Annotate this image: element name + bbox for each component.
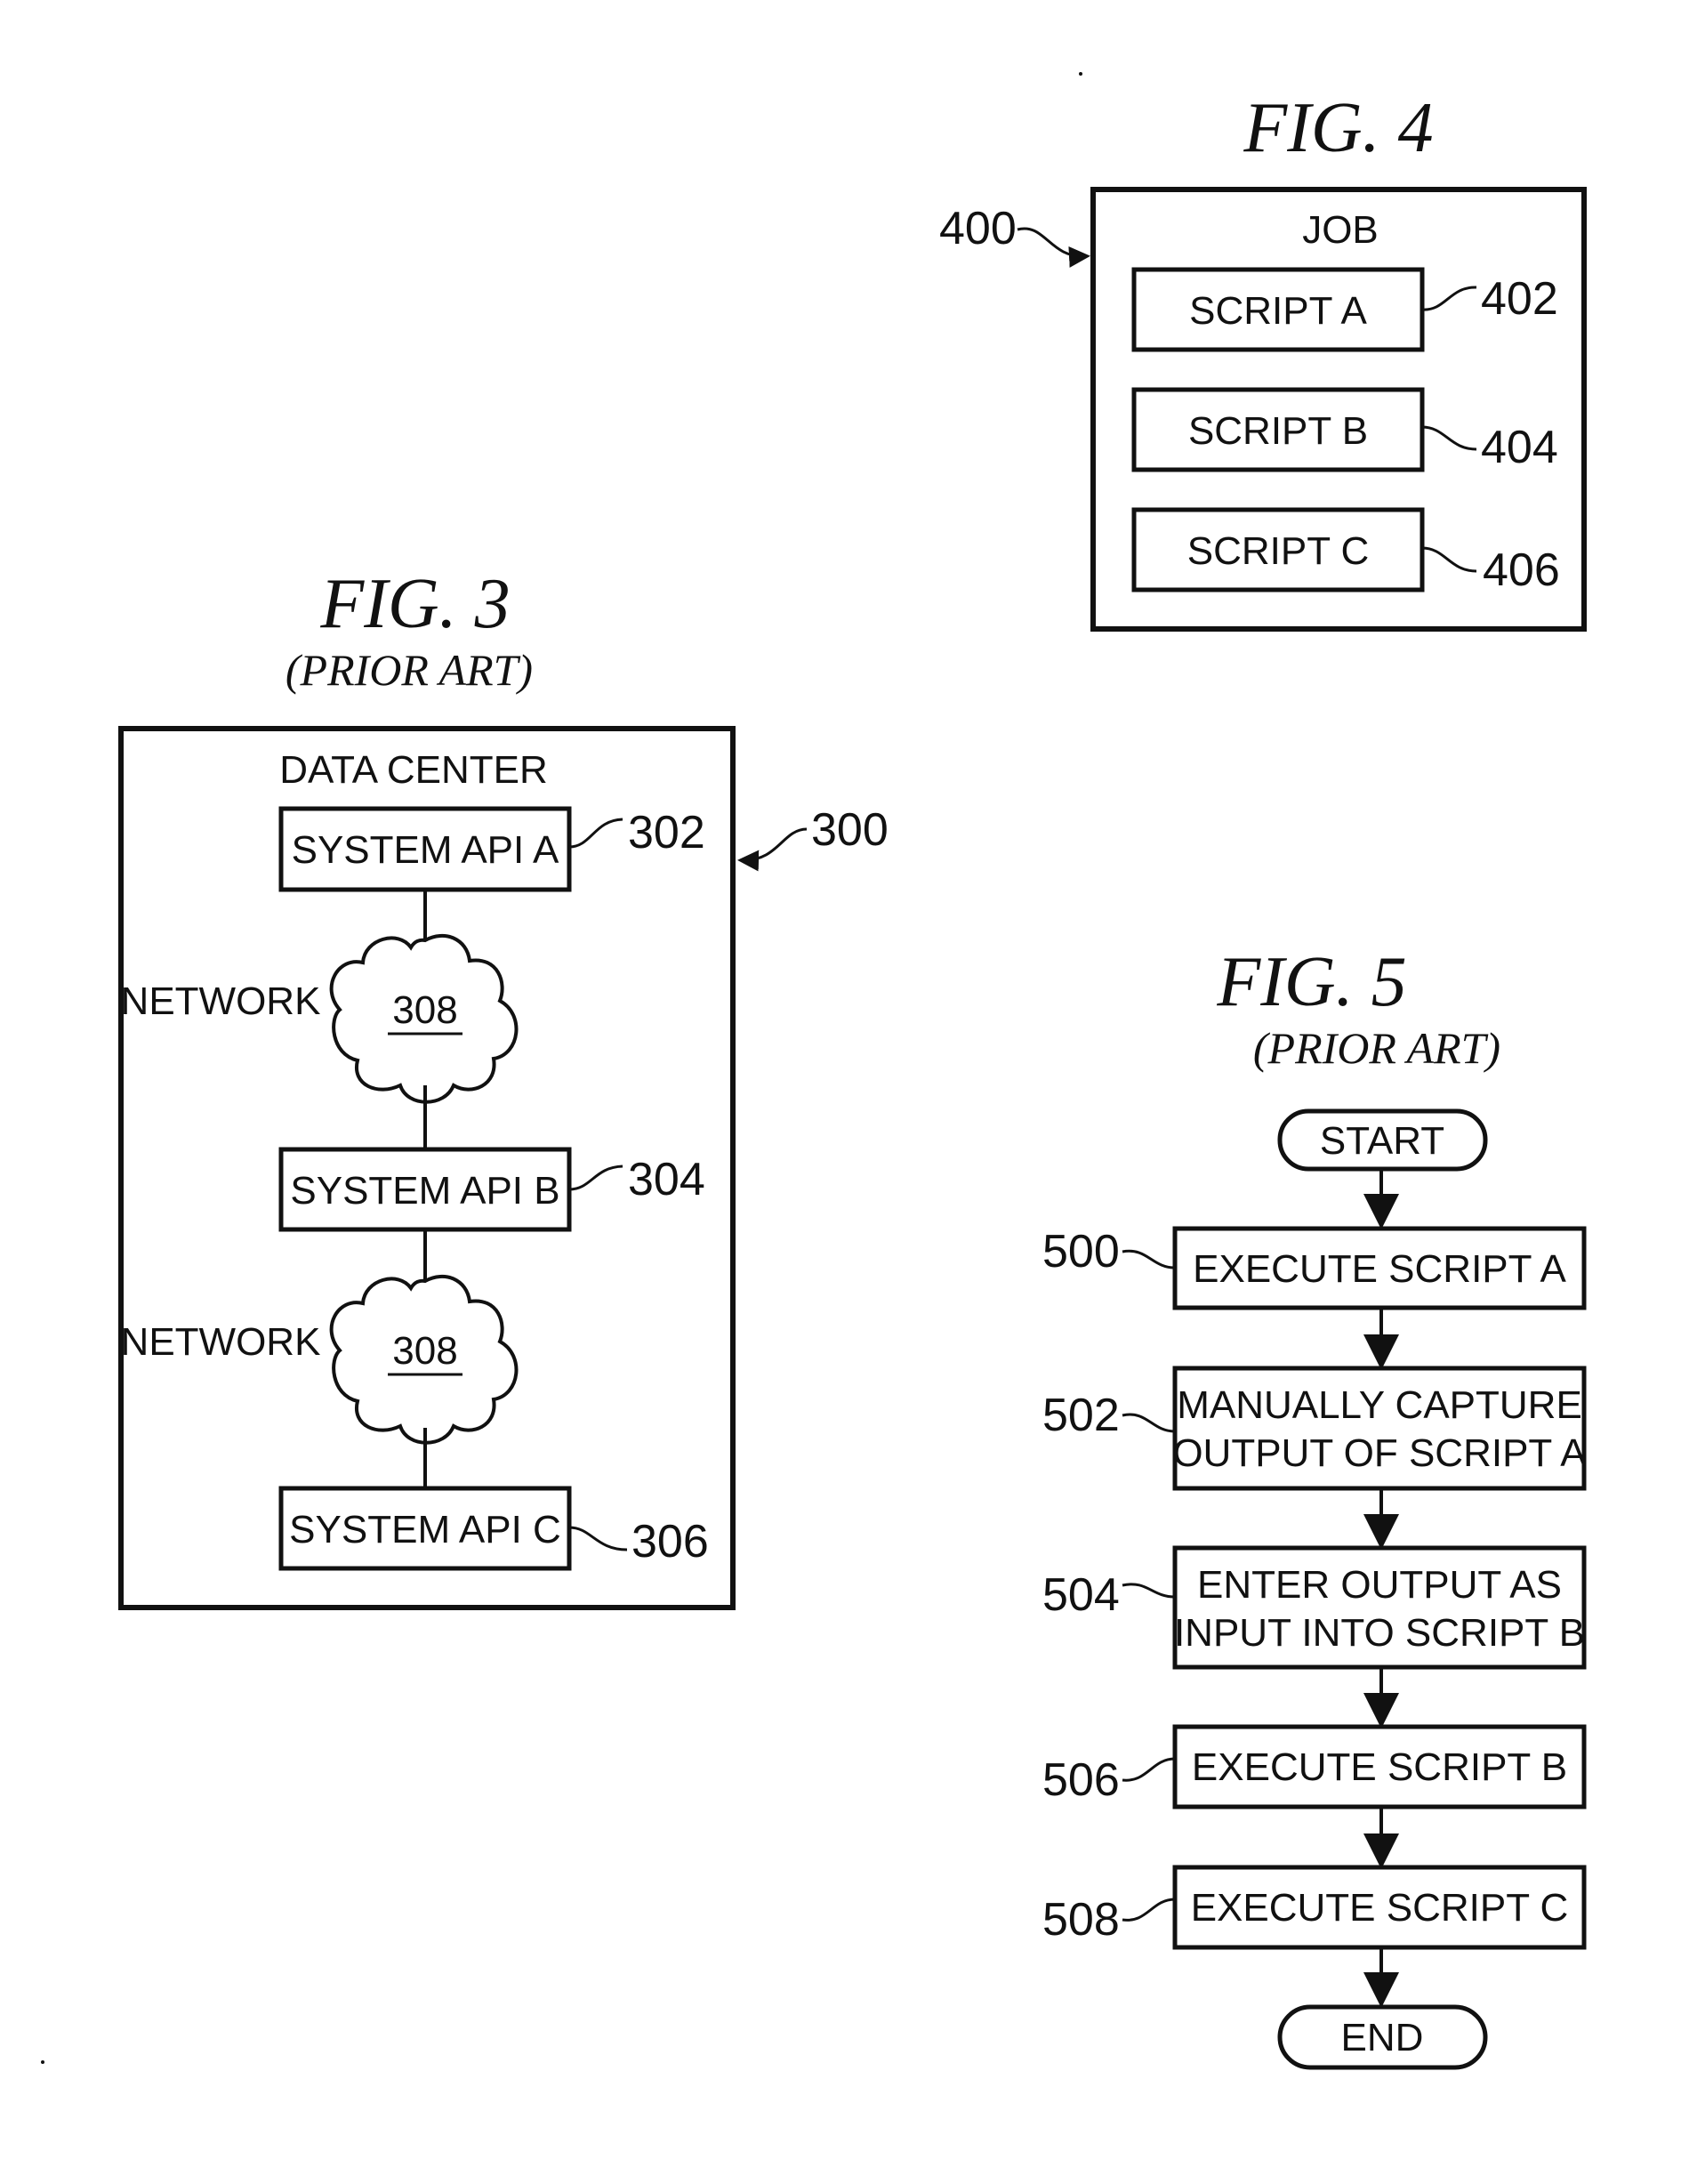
network-cloud-1: NETWORK 308 [121,934,519,1104]
end-terminator: END [1277,2004,1488,2070]
ref-300-leader-arrow [737,827,808,872]
system-api-c-label: SYSTEM API C [289,1508,561,1551]
ref-406: 406 [1483,544,1560,596]
ref-504-leader [1122,1583,1176,1599]
step-506-text: EXECUTE SCRIPT B [1192,1745,1567,1789]
ref-400: 400 [939,203,1017,254]
ref-302-leader [568,818,623,849]
ref-306: 306 [631,1516,709,1567]
start-terminator: START [1277,1108,1488,1172]
ref-402: 402 [1481,273,1558,325]
script-c-label: SCRIPT C [1187,529,1370,573]
script-a-box: SCRIPT A 402 [1131,267,1558,352]
start-label: START [1320,1119,1444,1163]
ref-502-leader [1122,1413,1176,1433]
step-502-text-line1: MANUALLY CAPTURE [1177,1383,1582,1427]
fig3-title: FIG. 3 [319,565,510,643]
fig5-subtitle: (PRIOR ART) [1253,1023,1500,1073]
speck [1079,72,1082,76]
figure-3: FIG. 3 (PRIOR ART) DATA CENTER 300 SYSTE… [118,565,889,1610]
script-a-label: SCRIPT A [1189,289,1367,333]
step-500-text: EXECUTE SCRIPT A [1193,1247,1566,1291]
ref-304: 304 [628,1154,705,1205]
step-506: EXECUTE SCRIPT B 506 [1042,1724,1587,1809]
end-label: END [1341,2016,1424,2059]
job-label: JOB [1302,208,1379,252]
data-center-label: DATA CENTER [279,748,548,792]
speck [41,2060,44,2064]
figure-5: FIG. 5 (PRIOR ART) START EXECUTE SCRIPT … [1042,943,1587,2070]
system-api-b-box: SYSTEM API B 304 [278,1147,705,1232]
ref-500-leader [1122,1249,1176,1269]
step-504-text-line2: INPUT INTO SCRIPT B [1174,1611,1585,1655]
script-c-box: SCRIPT C 406 [1131,507,1560,596]
ref-508-leader [1122,1898,1176,1922]
ref-508: 508 [1042,1894,1120,1946]
network-label-1: NETWORK [121,979,321,1023]
fig3-subtitle: (PRIOR ART) [286,645,533,695]
step-508-text: EXECUTE SCRIPT C [1191,1886,1569,1930]
script-b-label: SCRIPT B [1188,409,1368,453]
system-api-c-box: SYSTEM API C 306 [278,1486,709,1571]
ref-402-leader [1421,286,1477,311]
step-502: MANUALLY CAPTURE OUTPUT OF SCRIPT A 502 [1042,1366,1587,1491]
ref-400-leader-arrow [1017,227,1090,268]
ref-304-leader [568,1165,623,1191]
step-508: EXECUTE SCRIPT C 508 [1042,1865,1587,1950]
patent-drawing-sheet: FIG. 4 JOB 400 SCRIPT A 402 SCRIPT B 404… [41,72,1587,2070]
step-504: ENTER OUTPUT AS INPUT INTO SCRIPT B 504 [1042,1545,1587,1670]
ref-404: 404 [1481,422,1558,473]
ref-300: 300 [811,804,889,856]
script-b-box: SCRIPT B 404 [1131,387,1558,473]
step-504-text-line1: ENTER OUTPUT AS [1197,1563,1562,1607]
ref-306-leader [568,1526,628,1551]
ref-500: 500 [1042,1226,1120,1277]
fig5-title: FIG. 5 [1216,943,1406,1021]
figure-4: FIG. 4 JOB 400 SCRIPT A 402 SCRIPT B 404… [939,89,1587,632]
step-500: EXECUTE SCRIPT A 500 [1042,1226,1587,1310]
network-label-2: NETWORK [121,1320,321,1364]
ref-502: 502 [1042,1390,1120,1441]
system-api-b-label: SYSTEM API B [290,1169,559,1213]
ref-406-leader [1421,546,1477,573]
ref-506: 506 [1042,1754,1120,1806]
ref-404-leader [1421,425,1477,451]
system-api-a-box: SYSTEM API A 302 [278,806,705,892]
network-ref-2: 308 [392,1329,457,1373]
step-502-text-line2: OUTPUT OF SCRIPT A [1172,1431,1587,1475]
fig4-title: FIG. 4 [1243,89,1433,167]
ref-302: 302 [628,807,705,858]
ref-504: 504 [1042,1569,1120,1621]
network-cloud-2: NETWORK 308 [121,1275,519,1445]
ref-506-leader [1122,1757,1176,1782]
network-ref-1: 308 [392,988,457,1032]
system-api-a-label: SYSTEM API A [292,828,559,872]
